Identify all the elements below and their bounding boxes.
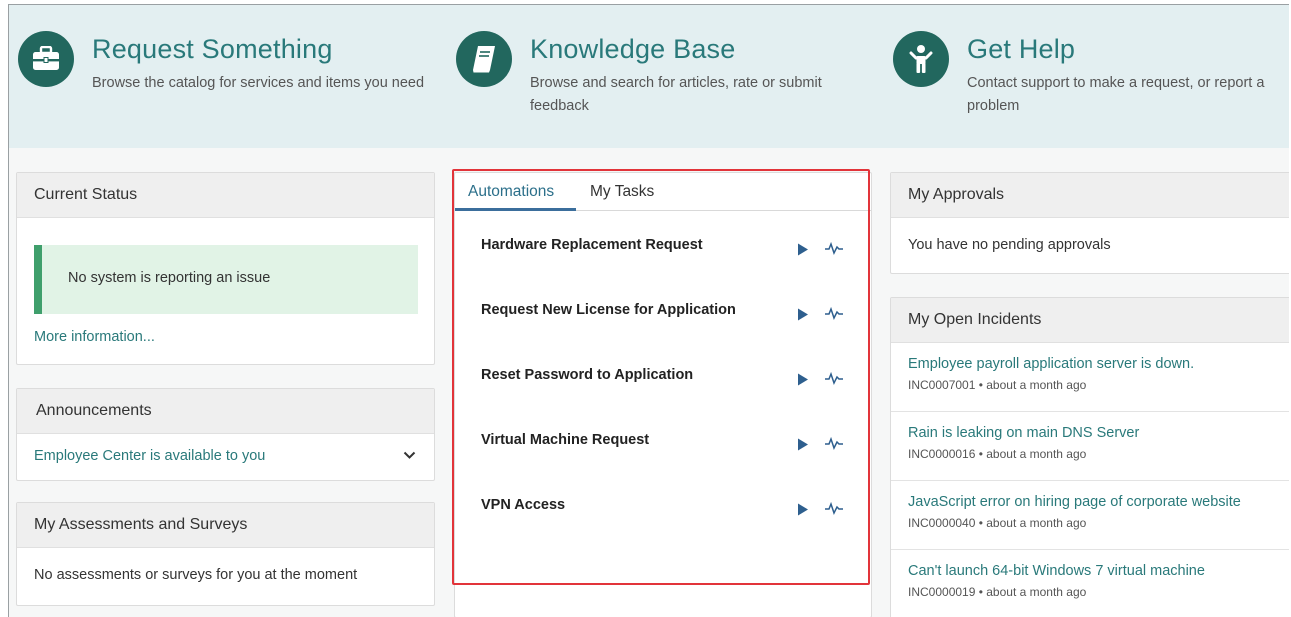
approvals-panel: My Approvals You have no pending approva… [890, 172, 1289, 274]
book-icon [456, 31, 512, 87]
activity-icon[interactable] [824, 371, 844, 385]
active-tab-underline [455, 208, 576, 211]
automation-item[interactable]: Reset Password to Application [481, 367, 861, 397]
hero-title-knowledge[interactable]: Knowledge Base [530, 31, 840, 67]
current-status-title: Current Status [17, 173, 434, 218]
hero-title-help[interactable]: Get Help [967, 31, 1277, 67]
assessments-title: My Assessments and Surveys [17, 503, 434, 548]
activity-icon[interactable] [824, 306, 844, 320]
hero-desc-help: Contact support to make a request, or re… [967, 75, 1265, 114]
briefcase-icon [18, 31, 74, 87]
announcements-title: Announcements [17, 389, 434, 434]
hero-title-request[interactable]: Request Something [92, 31, 437, 67]
hero-desc-knowledge: Browse and search for articles, rate or … [530, 75, 822, 114]
automation-label: Reset Password to Application [481, 367, 694, 383]
play-icon[interactable] [797, 438, 809, 451]
assessments-panel: My Assessments and Surveys No assessment… [16, 502, 435, 606]
play-icon[interactable] [797, 308, 809, 321]
activity-icon[interactable] [824, 241, 844, 255]
automations-panel: Automations My Tasks Hardware Replacemen… [454, 172, 872, 617]
automation-item[interactable]: VPN Access [481, 497, 861, 527]
incident-title[interactable]: JavaScript error on hiring page of corpo… [908, 494, 1289, 510]
incident-title[interactable]: Employee payroll application server is d… [908, 356, 1289, 372]
person-icon [893, 31, 949, 87]
automation-label: Request New License for Application [481, 302, 736, 318]
incident-meta: INC0000040 • about a month ago [908, 516, 1087, 530]
hero-desc-request: Browse the catalog for services and item… [92, 75, 425, 91]
announcements-panel: Announcements Employee Center is availab… [16, 388, 435, 481]
automation-item[interactable]: Virtual Machine Request [481, 432, 861, 462]
play-icon[interactable] [797, 243, 809, 256]
incidents-panel: My Open Incidents Employee payroll appli… [890, 297, 1289, 617]
automation-item[interactable]: Hardware Replacement Request [481, 237, 861, 267]
status-message: No system is reporting an issue [34, 245, 418, 314]
automations-tabs: Automations My Tasks [455, 173, 871, 211]
automation-label: Virtual Machine Request [481, 432, 650, 448]
incident-meta: INC0000016 • about a month ago [908, 447, 1087, 461]
incidents-title: My Open Incidents [891, 298, 1289, 343]
automation-label: Hardware Replacement Request [481, 237, 703, 253]
automation-item[interactable]: Request New License for Application [481, 302, 861, 332]
automation-label: VPN Access [481, 497, 566, 513]
tab-automations[interactable]: Automations [468, 183, 554, 201]
play-icon[interactable] [797, 373, 809, 386]
incident-title[interactable]: Can't launch 64-bit Windows 7 virtual ma… [908, 563, 1289, 579]
current-status-panel: Current Status No system is reporting an… [16, 172, 435, 365]
approvals-empty-text: You have no pending approvals [908, 237, 1111, 253]
request-something-card[interactable]: Request Something Browse the catalog for… [18, 31, 437, 95]
assessments-empty-text: No assessments or surveys for you at the… [34, 567, 358, 583]
activity-icon[interactable] [824, 501, 844, 515]
employee-center-page: Request Something Browse the catalog for… [8, 4, 1289, 617]
more-information-link[interactable]: More information... [34, 329, 155, 345]
play-icon[interactable] [797, 503, 809, 516]
incident-row[interactable]: Rain is leaking on main DNS Server INC00… [891, 411, 1289, 480]
incident-row[interactable]: Can't launch 64-bit Windows 7 virtual ma… [891, 549, 1289, 617]
hero-banner: Request Something Browse the catalog for… [9, 5, 1289, 148]
incident-row[interactable]: JavaScript error on hiring page of corpo… [891, 480, 1289, 549]
incident-row[interactable]: Employee payroll application server is d… [891, 343, 1289, 412]
announcement-item[interactable]: Employee Center is available to you [34, 448, 265, 464]
get-help-card[interactable]: Get Help Contact support to make a reque… [893, 31, 1277, 118]
incident-meta: INC0007001 • about a month ago [908, 378, 1087, 392]
approvals-title: My Approvals [891, 173, 1289, 218]
knowledge-base-card[interactable]: Knowledge Base Browse and search for art… [456, 31, 840, 118]
tab-my-tasks[interactable]: My Tasks [590, 183, 654, 201]
incident-meta: INC0000019 • about a month ago [908, 585, 1087, 599]
incident-title[interactable]: Rain is leaking on main DNS Server [908, 425, 1289, 441]
chevron-down-icon[interactable] [403, 451, 416, 460]
activity-icon[interactable] [824, 436, 844, 450]
